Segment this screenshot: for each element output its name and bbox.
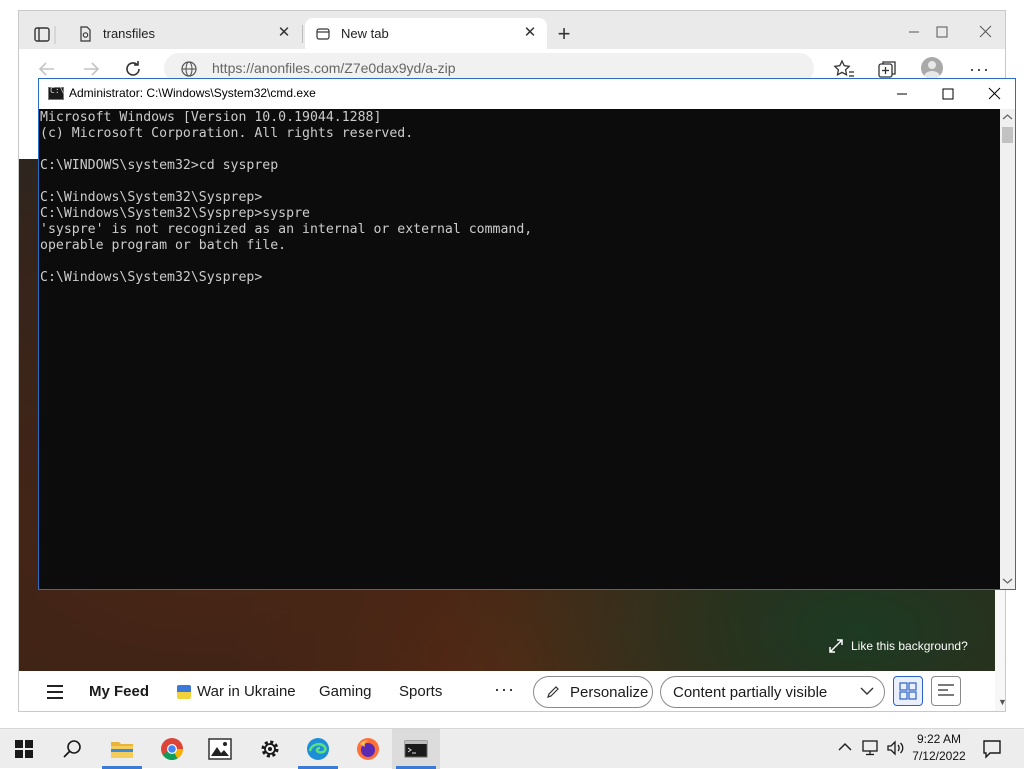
taskbar-photos[interactable] [196, 729, 244, 769]
profile-avatar-icon[interactable] [921, 57, 943, 79]
feed-navigation-bar: My Feed War in Ukraine Gaming Sports ···… [19, 671, 1005, 711]
close-tab-icon[interactable]: ✕ [521, 24, 539, 42]
tab-strip: transfiles ✕ New tab ✕ + [19, 11, 1005, 49]
globe-icon [180, 60, 198, 78]
like-background-link[interactable]: Like this background? [829, 639, 968, 653]
search-icon [63, 740, 81, 758]
taskbar-firefox[interactable] [344, 729, 392, 769]
clock-time[interactable]: 9:22 AM [912, 732, 966, 746]
show-hidden-icons-chevron-icon[interactable] [838, 741, 852, 753]
favorites-star-icon[interactable] [833, 59, 855, 79]
taskbar: 9:22 AM 7/12/2022 [0, 728, 1024, 769]
edge-icon [307, 738, 329, 760]
tab-actions-icon[interactable] [27, 24, 59, 48]
tab-new-tab[interactable]: New tab ✕ [305, 18, 547, 49]
more-options-icon[interactable]: ··· [969, 59, 990, 80]
console-output[interactable]: Microsoft Windows [Version 10.0.19044.12… [39, 109, 1000, 589]
back-arrow-icon[interactable] [37, 59, 57, 79]
console-line: C:\Windows\System32\Sysprep>syspre [40, 206, 310, 221]
taskbar-cmd[interactable] [392, 729, 440, 769]
taskbar-settings[interactable] [246, 729, 294, 769]
cmd-scrollbar[interactable] [1000, 109, 1015, 589]
new-tab-button[interactable]: + [553, 23, 575, 46]
refresh-icon[interactable] [123, 59, 143, 79]
windows-logo-icon [15, 740, 33, 758]
taskbar-file-explorer[interactable] [98, 729, 146, 769]
feed-tab-gaming[interactable]: Gaming [319, 683, 372, 700]
scrollbar-thumb[interactable] [1002, 127, 1013, 143]
browser-close-icon[interactable] [971, 20, 1001, 44]
scroll-down-icon[interactable] [1000, 575, 1015, 587]
url-text: https://anonfiles.com/Z7e0dax9yd/a-zip [212, 60, 456, 76]
browser-maximize-icon[interactable] [927, 20, 957, 44]
pencil-icon [546, 685, 560, 699]
close-tab-icon[interactable]: ✕ [275, 24, 293, 42]
volume-icon[interactable] [886, 740, 906, 756]
feed-tab-label: War in Ukraine [197, 683, 296, 700]
start-button[interactable] [0, 729, 48, 769]
feed-tab-my-feed[interactable]: My Feed [89, 683, 149, 700]
chevron-down-icon [860, 686, 874, 696]
clock-date[interactable]: 7/12/2022 [908, 749, 970, 763]
page-favicon-icon [77, 25, 93, 42]
list-layout-button[interactable] [931, 676, 961, 706]
new-tab-page-icon [315, 26, 331, 42]
content-visibility-label: Content partially visible [673, 683, 828, 701]
console-line: Microsoft Windows [Version 10.0.19044.12… [40, 110, 382, 125]
taskbar-edge[interactable] [294, 729, 342, 769]
cmd-icon [404, 740, 428, 758]
personalize-button[interactable]: Personalize [533, 676, 653, 708]
tab-divider [302, 25, 303, 43]
feed-more-button[interactable]: ··· [494, 679, 515, 700]
collections-icon[interactable] [877, 59, 899, 79]
feed-tab-sports[interactable]: Sports [399, 683, 442, 700]
grid-layout-icon [899, 682, 917, 700]
ukraine-flag-icon [177, 684, 191, 699]
console-line: C:\Windows\System32\Sysprep> [40, 190, 263, 205]
chrome-icon [161, 738, 183, 760]
grid-layout-button[interactable] [893, 676, 923, 706]
scroll-down-icon[interactable]: ▼ [998, 697, 1005, 707]
cmd-window-title: Administrator: C:\Windows\System32\cmd.e… [69, 86, 316, 100]
cmd-close-icon[interactable] [981, 83, 1007, 105]
settings-icon [261, 740, 279, 758]
tab-label: transfiles [103, 26, 156, 41]
like-background-label: Like this background? [851, 639, 968, 653]
console-line: C:\WINDOWS\system32>cd sysprep [40, 158, 279, 173]
taskbar-chrome[interactable] [148, 729, 196, 769]
notification-center-icon[interactable] [982, 739, 1002, 759]
file-explorer-icon [111, 742, 133, 758]
forward-arrow-icon[interactable] [81, 59, 101, 79]
console-line: 'syspre' is not recognized as an interna… [40, 222, 533, 237]
hamburger-menu-icon[interactable] [47, 685, 63, 703]
cmd-minimize-icon[interactable] [889, 83, 915, 105]
list-layout-icon [938, 684, 954, 696]
cmd-maximize-icon[interactable] [935, 83, 961, 105]
cmd-title-bar[interactable]: C:\ Administrator: C:\Windows\System32\c… [39, 79, 1015, 109]
tab-transfiles[interactable]: transfiles ✕ [69, 18, 301, 49]
expand-arrows-icon [829, 639, 843, 653]
console-line: (c) Microsoft Corporation. All rights re… [40, 126, 414, 141]
personalize-label: Personalize [570, 683, 649, 701]
firefox-icon [357, 738, 379, 760]
photos-icon [208, 738, 232, 760]
scroll-up-icon[interactable] [1000, 111, 1015, 123]
browser-minimize-icon[interactable] [899, 20, 929, 44]
console-line: operable program or batch file. [40, 238, 287, 253]
cmd-app-icon: C:\ [48, 86, 64, 100]
tab-label: New tab [341, 26, 389, 41]
content-visibility-dropdown[interactable]: Content partially visible [660, 676, 885, 708]
feed-tab-war-in-ukraine[interactable]: War in Ukraine [177, 683, 296, 700]
console-prompt-line: C:\Windows\System32\Sysprep> [40, 270, 263, 285]
cmd-window: C:\ Administrator: C:\Windows\System32\c… [38, 78, 1016, 590]
search-button[interactable] [48, 729, 96, 769]
network-icon[interactable] [862, 740, 880, 756]
